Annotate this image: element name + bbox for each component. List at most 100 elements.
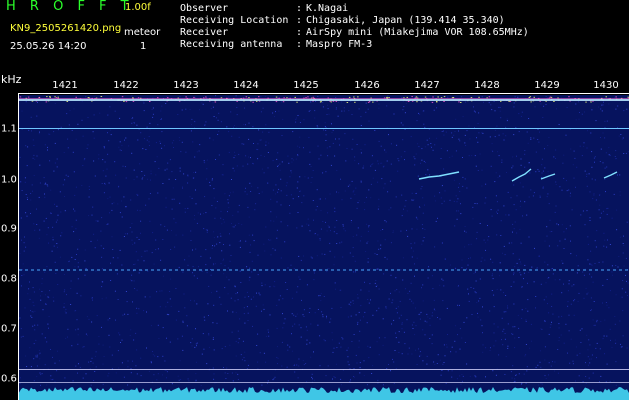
location-label: Receiving Location bbox=[180, 15, 289, 26]
noise-speck bbox=[41, 283, 43, 285]
noise-speck bbox=[403, 331, 405, 333]
noise-speck bbox=[458, 130, 459, 132]
noise-speck bbox=[431, 146, 432, 148]
noise-speck bbox=[313, 272, 315, 274]
noise-speck bbox=[490, 165, 492, 167]
noise-speck bbox=[621, 288, 623, 290]
noise-speck bbox=[111, 236, 113, 238]
noise-speck bbox=[511, 333, 513, 335]
noise-speck bbox=[571, 285, 573, 287]
noise-speck bbox=[287, 344, 289, 346]
noise-speck bbox=[375, 280, 377, 281]
noise-speck bbox=[133, 169, 135, 171]
noise-speck bbox=[474, 111, 476, 113]
noise-speck bbox=[502, 330, 504, 332]
noise-speck bbox=[363, 375, 365, 377]
noise-speck bbox=[265, 124, 267, 126]
noise-speck bbox=[554, 279, 556, 281]
noise-speck bbox=[400, 156, 402, 158]
noise-speck bbox=[538, 170, 540, 172]
noise-speck bbox=[418, 146, 420, 148]
noise-speck bbox=[136, 176, 138, 178]
noise-speck bbox=[87, 144, 89, 146]
carrier-sparkle bbox=[27, 96, 30, 98]
noise-speck bbox=[349, 184, 351, 186]
noise-speck bbox=[243, 307, 245, 309]
noise-speck bbox=[221, 223, 223, 225]
noise-speck bbox=[392, 299, 394, 301]
noise-speck bbox=[491, 275, 493, 277]
noise-speck bbox=[152, 351, 153, 352]
noise-speck bbox=[414, 275, 415, 277]
noise-speck bbox=[505, 311, 507, 313]
noise-speck bbox=[542, 186, 544, 188]
noise-speck bbox=[416, 364, 418, 365]
carrier-sparkle bbox=[66, 101, 68, 102]
noise-speck bbox=[505, 356, 507, 357]
noise-speck bbox=[185, 151, 187, 153]
noise-speck bbox=[507, 345, 509, 347]
noise-speck bbox=[326, 271, 328, 273]
noise-speck bbox=[131, 95, 133, 97]
noise-speck bbox=[388, 298, 390, 300]
noise-speck bbox=[246, 291, 248, 293]
carrier-sparkle bbox=[440, 97, 443, 99]
noise-speck bbox=[542, 117, 544, 118]
noise-speck bbox=[368, 357, 370, 359]
noise-speck bbox=[441, 203, 443, 205]
noise-speck bbox=[602, 261, 604, 263]
noise-speck bbox=[177, 375, 179, 377]
noise-speck bbox=[93, 380, 95, 381]
noise-speck bbox=[265, 144, 267, 146]
noise-speck bbox=[609, 380, 611, 382]
noise-speck bbox=[594, 179, 596, 181]
noise-speck bbox=[259, 352, 261, 354]
noise-speck bbox=[32, 139, 34, 141]
carrier-sparkle bbox=[432, 96, 434, 98]
noise-speck bbox=[422, 228, 424, 230]
noise-speck bbox=[46, 384, 48, 386]
noise-speck bbox=[339, 289, 341, 291]
noise-speck bbox=[574, 299, 576, 300]
noise-speck bbox=[196, 222, 198, 224]
noise-speck bbox=[56, 166, 58, 168]
noise-speck bbox=[358, 163, 360, 165]
noise-speck bbox=[456, 378, 458, 380]
noise-speck bbox=[244, 360, 246, 362]
noise-speck bbox=[395, 337, 397, 339]
noise-speck bbox=[499, 262, 501, 264]
noise-speck bbox=[550, 324, 552, 326]
noise-speck bbox=[102, 159, 104, 161]
noise-speck bbox=[370, 183, 372, 185]
noise-speck bbox=[368, 189, 370, 191]
noise-speck bbox=[594, 156, 596, 158]
noise-speck bbox=[390, 242, 392, 244]
noise-speck bbox=[276, 327, 278, 329]
noise-speck bbox=[244, 351, 246, 353]
noise-speck bbox=[204, 319, 206, 321]
noise-speck bbox=[376, 268, 378, 270]
noise-speck bbox=[335, 109, 337, 110]
noise-speck bbox=[464, 134, 466, 136]
top-axis-line bbox=[19, 93, 629, 94]
noise-speck bbox=[449, 156, 451, 158]
noise-speck bbox=[146, 311, 147, 313]
noise-speck bbox=[155, 174, 157, 176]
noise-speck bbox=[541, 158, 543, 160]
noise-speck bbox=[507, 307, 509, 309]
noise-speck bbox=[36, 354, 38, 356]
noise-speck bbox=[289, 346, 291, 348]
noise-speck bbox=[56, 243, 58, 244]
noise-speck bbox=[440, 158, 442, 159]
noise-speck bbox=[248, 296, 250, 298]
noise-speck bbox=[130, 372, 132, 374]
noise-speck bbox=[419, 355, 421, 357]
noise-speck bbox=[136, 236, 138, 238]
time-tick: 1428 bbox=[474, 80, 500, 91]
noise-speck bbox=[605, 191, 606, 193]
noise-speck bbox=[417, 175, 419, 177]
noise-speck bbox=[590, 250, 592, 252]
noise-speck bbox=[109, 196, 111, 198]
noise-speck bbox=[44, 196, 46, 198]
noise-speck bbox=[128, 145, 130, 147]
